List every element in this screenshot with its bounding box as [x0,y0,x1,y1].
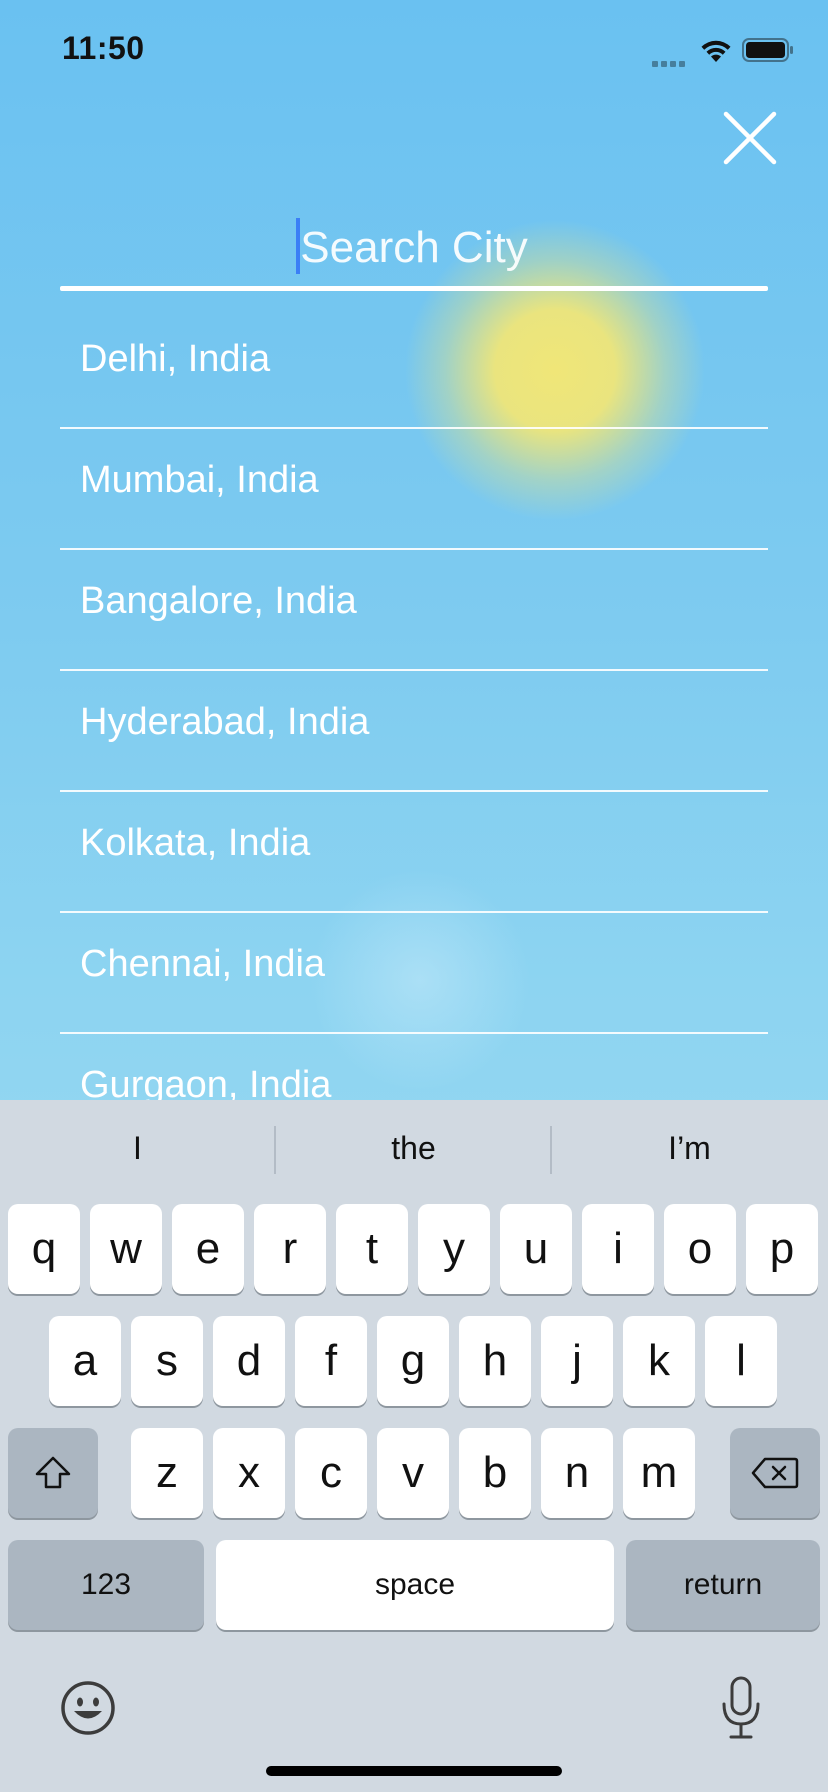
microphone-icon [722,1676,760,1739]
city-list: Delhi, India Mumbai, India Bangalore, In… [60,308,768,1100]
city-item[interactable]: Delhi, India [60,308,768,429]
city-label: Hyderabad, India [80,701,370,743]
key-p[interactable]: p [746,1204,818,1294]
city-item[interactable]: Bangalore, India [60,550,768,671]
numbers-key[interactable]: 123 [8,1540,204,1630]
key-k[interactable]: k [623,1316,695,1406]
key-r[interactable]: r [254,1204,326,1294]
close-button[interactable] [720,108,780,168]
city-label: Delhi, India [80,338,271,380]
shift-icon [35,1456,71,1489]
close-icon [723,111,777,165]
search-underline [60,286,768,291]
key-e[interactable]: e [172,1204,244,1294]
key-v[interactable]: v [377,1428,449,1518]
key-x[interactable]: x [213,1428,285,1518]
city-label: Mumbai, India [80,459,319,501]
city-label: Kolkata, India [80,822,311,864]
wifi-icon [701,40,731,62]
keyboard: I the I’m q w e r t y u i o p a s d f g … [0,1100,828,1792]
key-i[interactable]: i [582,1204,654,1294]
suggestion-item[interactable]: I [0,1120,275,1176]
key-y[interactable]: y [418,1204,490,1294]
delete-key[interactable] [730,1428,820,1518]
text-cursor [296,218,300,274]
key-w[interactable]: w [90,1204,162,1294]
shift-key[interactable] [8,1428,98,1518]
key-d[interactable]: d [213,1316,285,1406]
home-indicator[interactable] [266,1766,562,1776]
space-key[interactable]: space [216,1540,614,1630]
key-q[interactable]: q [8,1204,80,1294]
status-bar: 11:50 [0,0,828,100]
key-j[interactable]: j [541,1316,613,1406]
key-c[interactable]: c [295,1428,367,1518]
key-a[interactable]: a [49,1316,121,1406]
suggestion-item[interactable]: the [276,1120,551,1176]
suggestion-item[interactable]: I’m [552,1120,827,1176]
search-field [60,210,768,292]
key-u[interactable]: u [500,1204,572,1294]
backspace-icon [751,1457,799,1489]
battery-icon [742,38,793,62]
city-item[interactable]: Chennai, India [60,913,768,1034]
city-item[interactable]: Gurgaon, India [60,1034,768,1100]
emoji-icon [61,1681,115,1735]
key-l[interactable]: l [705,1316,777,1406]
search-input[interactable] [60,210,768,286]
key-o[interactable]: o [664,1204,736,1294]
key-g[interactable]: g [377,1316,449,1406]
suggestion-bar: I the I’m [0,1100,828,1200]
emoji-button[interactable] [58,1678,118,1738]
status-time: 11:50 [62,30,145,66]
key-m[interactable]: m [623,1428,695,1518]
key-s[interactable]: s [131,1316,203,1406]
cellular-signal-icon [652,54,688,72]
key-z[interactable]: z [131,1428,203,1518]
key-h[interactable]: h [459,1316,531,1406]
city-item[interactable]: Mumbai, India [60,429,768,550]
city-label: Gurgaon, India [80,1064,332,1100]
return-key[interactable]: return [626,1540,820,1630]
weather-search-screen: 11:50 Delhi, India Mumbai, India Bangalo [0,0,828,1792]
city-label: Chennai, India [80,943,326,985]
city-label: Bangalore, India [80,580,357,622]
city-item[interactable]: Kolkata, India [60,792,768,913]
key-t[interactable]: t [336,1204,408,1294]
key-b[interactable]: b [459,1428,531,1518]
key-f[interactable]: f [295,1316,367,1406]
key-n[interactable]: n [541,1428,613,1518]
city-item[interactable]: Hyderabad, India [60,671,768,792]
microphone-button[interactable] [716,1676,766,1740]
